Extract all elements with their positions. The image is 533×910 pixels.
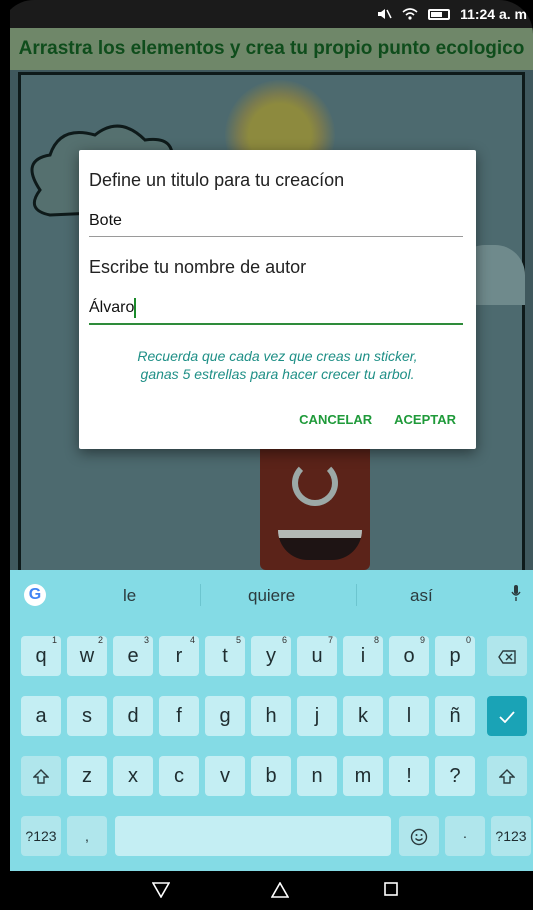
- key-row-1: q1 w2 e3 r4 t5 y6 u7 i8 o9 p0: [10, 635, 533, 676]
- enter-key[interactable]: [487, 696, 527, 736]
- navigation-bar: [0, 871, 533, 910]
- key-o[interactable]: o9: [389, 635, 429, 676]
- sticker-reward-note: Recuerda que cada vez que creas un stick…: [79, 347, 476, 383]
- check-icon: [499, 711, 515, 724]
- key-i[interactable]: i8: [343, 635, 383, 676]
- emoji-key[interactable]: [399, 816, 439, 856]
- key-h[interactable]: h: [251, 696, 291, 736]
- suggestion-strip: G le quiere así: [10, 570, 533, 620]
- soft-keyboard: G le quiere así q1 w2 e3 r4 t5 y6 u7 i8 …: [10, 570, 533, 871]
- backspace-key[interactable]: [487, 636, 527, 676]
- shift-key-right[interactable]: [487, 756, 527, 796]
- device-screen: 11:24 a. m Arrastra los elementos y crea…: [0, 0, 533, 910]
- battery-icon: [428, 8, 451, 20]
- key-b[interactable]: b: [251, 756, 291, 796]
- key-row-3: z x c v b n m ! ?: [10, 756, 533, 796]
- key-d[interactable]: d: [113, 696, 153, 736]
- key-a[interactable]: a: [21, 696, 61, 736]
- wifi-icon: [402, 7, 418, 21]
- comma-key[interactable]: ,: [67, 816, 107, 856]
- note-line-2: ganas 5 estrellas para hacer crecer tu a…: [140, 366, 415, 382]
- key-j[interactable]: j: [297, 696, 337, 736]
- symbols-key[interactable]: ?123: [21, 816, 61, 856]
- status-bar: 11:24 a. m: [10, 0, 533, 28]
- note-line-1: Recuerda que cada vez que creas un stick…: [137, 348, 418, 364]
- title-input[interactable]: Bote: [89, 206, 463, 237]
- text-cursor: [134, 297, 137, 318]
- key-w[interactable]: w2: [67, 635, 107, 676]
- cancel-button[interactable]: CANCELAR: [299, 412, 372, 427]
- key-p[interactable]: p0: [435, 635, 475, 676]
- home-triangle-icon[interactable]: [271, 882, 289, 898]
- key-s[interactable]: s: [67, 696, 107, 736]
- recycle-bin-sticker[interactable]: [254, 430, 376, 570]
- key-q[interactable]: q1: [21, 635, 61, 676]
- author-label: Escribe tu nombre de autor: [89, 257, 307, 277]
- status-time: 11:24 a. m: [460, 6, 527, 22]
- author-input[interactable]: Álvaro: [89, 293, 463, 325]
- key-f[interactable]: f: [159, 696, 199, 736]
- suggestion-divider: [356, 584, 357, 606]
- key-n-tilde[interactable]: ñ: [435, 696, 475, 736]
- key-r[interactable]: r4: [159, 635, 199, 676]
- key-l[interactable]: l: [389, 696, 429, 736]
- app-title-bar: Arrastra los elementos y crea tu propio …: [10, 28, 533, 70]
- key-row-4: ?123 , · ?123: [10, 816, 533, 856]
- recycle-icon: [292, 460, 338, 506]
- emoji-icon: [410, 829, 428, 846]
- suggestion-2[interactable]: quiere: [248, 586, 295, 606]
- backspace-icon: [498, 650, 516, 664]
- key-z[interactable]: z: [67, 756, 107, 796]
- suggestion-1[interactable]: le: [123, 586, 136, 606]
- key-m[interactable]: m: [343, 756, 383, 796]
- key-exclamation[interactable]: !: [389, 756, 429, 796]
- accept-button[interactable]: ACEPTAR: [394, 412, 456, 427]
- suggestion-3[interactable]: así: [410, 586, 433, 606]
- app-title: Arrastra los elementos y crea tu propio …: [18, 38, 525, 59]
- author-input-value: Álvaro: [89, 299, 135, 316]
- key-u[interactable]: u7: [297, 635, 337, 676]
- title-input-value: Bote: [89, 212, 122, 229]
- key-question[interactable]: ?: [435, 756, 475, 796]
- key-y[interactable]: y6: [251, 635, 291, 676]
- key-v[interactable]: v: [205, 756, 245, 796]
- key-g[interactable]: g: [205, 696, 245, 736]
- shift-key[interactable]: [21, 756, 61, 796]
- key-k[interactable]: k: [343, 696, 383, 736]
- key-e[interactable]: e3: [113, 635, 153, 676]
- shift-icon: [498, 769, 516, 784]
- period-key[interactable]: ·: [445, 816, 485, 856]
- create-sticker-dialog: Define un titulo para tu creacíon Bote E…: [79, 150, 476, 449]
- mute-icon: [376, 7, 392, 21]
- dialog-actions: CANCELAR ACEPTAR: [299, 412, 456, 427]
- suggestion-divider: [200, 584, 201, 606]
- space-bar[interactable]: [115, 816, 391, 856]
- google-g-icon[interactable]: G: [24, 584, 46, 606]
- key-n[interactable]: n: [297, 756, 337, 796]
- key-row-2: a s d f g h j k l ñ: [10, 696, 533, 736]
- mic-icon[interactable]: [511, 585, 521, 601]
- recents-square-icon[interactable]: [384, 882, 398, 896]
- symbols-key-right[interactable]: ?123: [491, 816, 531, 856]
- key-c[interactable]: c: [159, 756, 199, 796]
- back-triangle-icon[interactable]: [152, 882, 170, 898]
- shift-icon: [32, 769, 50, 784]
- bin-mouth: [278, 530, 362, 560]
- key-x[interactable]: x: [113, 756, 153, 796]
- title-label: Define un titulo para tu creacíon: [89, 170, 345, 190]
- key-t[interactable]: t5: [205, 635, 245, 676]
